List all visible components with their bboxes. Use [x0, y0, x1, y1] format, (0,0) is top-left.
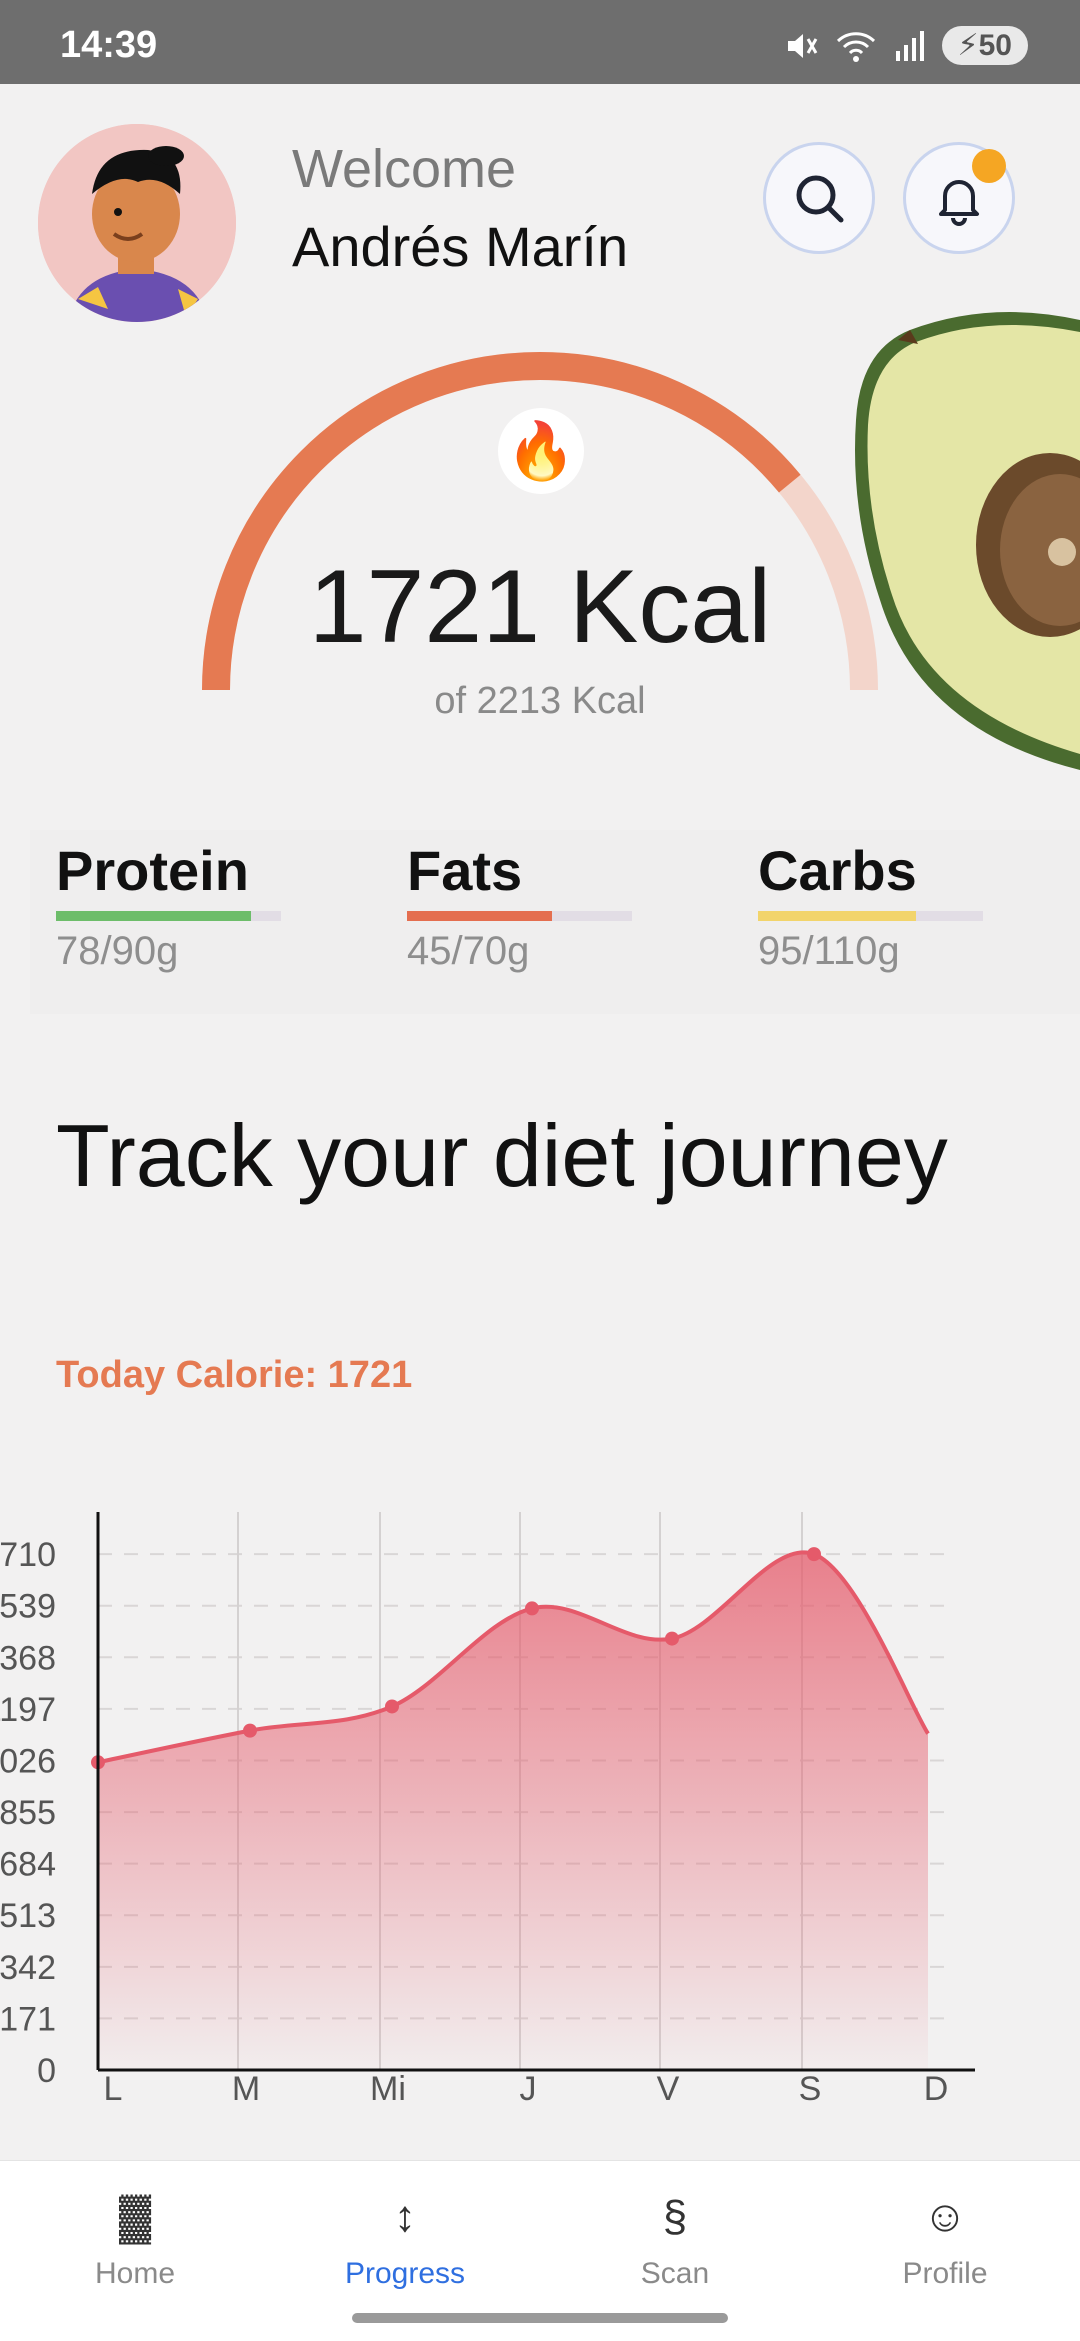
nav-progress[interactable]: ↕ Progress: [270, 2161, 540, 2291]
nav-label: Home: [94, 2257, 176, 2290]
y-tick-label: 855: [0, 1794, 56, 1832]
macros-panel: Protein 78/90g Fats 45/70g Carbs 95/110g: [30, 830, 1080, 1014]
x-tick-label: M: [232, 2070, 260, 2108]
data-point: [385, 1699, 399, 1714]
data-point: [665, 1631, 679, 1646]
today-calorie: Today Calorie: 1721: [56, 1354, 413, 1396]
progress-icon: ↕: [394, 2192, 416, 2241]
calorie-chart: 0 171 342 513 684 855 1026 1197 1368 1539 1710 L M Mi…: [0, 1512, 975, 2108]
y-tick-label: 171: [0, 2000, 56, 2038]
macro-carbs[interactable]: Carbs 95/110g: [758, 830, 998, 974]
search-icon: [796, 175, 844, 223]
status-time: 14:39: [60, 24, 158, 66]
x-tick-label: Mi: [370, 2070, 406, 2108]
macro-progress-bar: [407, 911, 632, 921]
data-point: [807, 1547, 821, 1562]
macro-value: 45/70g: [407, 929, 530, 973]
signal-icon: [895, 30, 924, 61]
avocado-illustration: [855, 312, 1080, 770]
x-tick-label: L: [104, 2070, 123, 2108]
nav-label: Profile: [902, 2257, 988, 2290]
macro-progress-fill: [56, 911, 252, 921]
data-point: [525, 1601, 539, 1616]
macro-value: 78/90g: [56, 929, 179, 973]
profile-icon: ☺: [922, 2192, 968, 2241]
macro-name: Protein: [56, 839, 249, 902]
y-tick-label: 342: [0, 1949, 56, 1987]
y-tick-label: 1026: [0, 1742, 56, 1780]
y-tick-label: 1368: [0, 1639, 56, 1677]
search-button[interactable]: [763, 142, 875, 254]
nav-profile[interactable]: ☺ Profile: [810, 2161, 1080, 2291]
status-icons: ⚡50: [784, 26, 1028, 65]
nav-home[interactable]: ▓ Home: [0, 2161, 270, 2291]
x-tick-label: V: [657, 2070, 680, 2108]
y-tick-label: 513: [0, 1897, 56, 1935]
x-tick-label: S: [799, 2070, 822, 2108]
mute-icon: [787, 33, 817, 58]
macro-value: 95/110g: [758, 929, 900, 973]
home-icon: ▓: [118, 2192, 152, 2241]
notifications-button[interactable]: [903, 142, 1015, 254]
wifi-icon: [836, 31, 875, 62]
macro-protein[interactable]: Protein 78/90g: [56, 830, 296, 974]
avatar-illustration: [38, 124, 236, 322]
scan-icon: §: [662, 2192, 688, 2241]
chart-area: [98, 1552, 928, 2070]
nav-label: Progress: [344, 2257, 466, 2290]
macro-name: Carbs: [758, 839, 917, 902]
macro-progress-fill: [407, 911, 552, 921]
nav-label: Scan: [640, 2257, 710, 2290]
macro-name: Fats: [407, 839, 523, 902]
charging-icon: ⚡: [957, 29, 979, 62]
macro-progress-bar: [56, 911, 281, 921]
fire-icon: 🔥: [498, 408, 584, 494]
home-indicator[interactable]: [352, 2313, 728, 2323]
y-tick-label: 684: [0, 1846, 56, 1884]
macro-progress-bar: [758, 911, 983, 921]
avatar[interactable]: [38, 124, 236, 322]
y-tick-label: 1710: [0, 1536, 56, 1574]
battery-level: 50: [978, 29, 1012, 62]
y-tick-label: 0: [37, 2052, 56, 2090]
user-name: Andrés Marín: [292, 215, 629, 278]
macro-progress-fill: [758, 911, 916, 921]
section-title: Track your diet journey: [56, 1106, 948, 1205]
x-tick-label: J: [520, 2070, 537, 2108]
y-tick-label: 1197: [0, 1691, 56, 1729]
battery-indicator: ⚡50: [941, 26, 1028, 65]
y-tick-label: 1539: [0, 1588, 56, 1626]
data-point: [243, 1723, 257, 1738]
nav-scan[interactable]: § Scan: [540, 2161, 810, 2291]
macro-fats[interactable]: Fats 45/70g: [407, 830, 647, 974]
welcome-label: Welcome: [292, 139, 517, 199]
x-tick-label: D: [924, 2070, 949, 2108]
notification-dot: [972, 149, 1006, 183]
